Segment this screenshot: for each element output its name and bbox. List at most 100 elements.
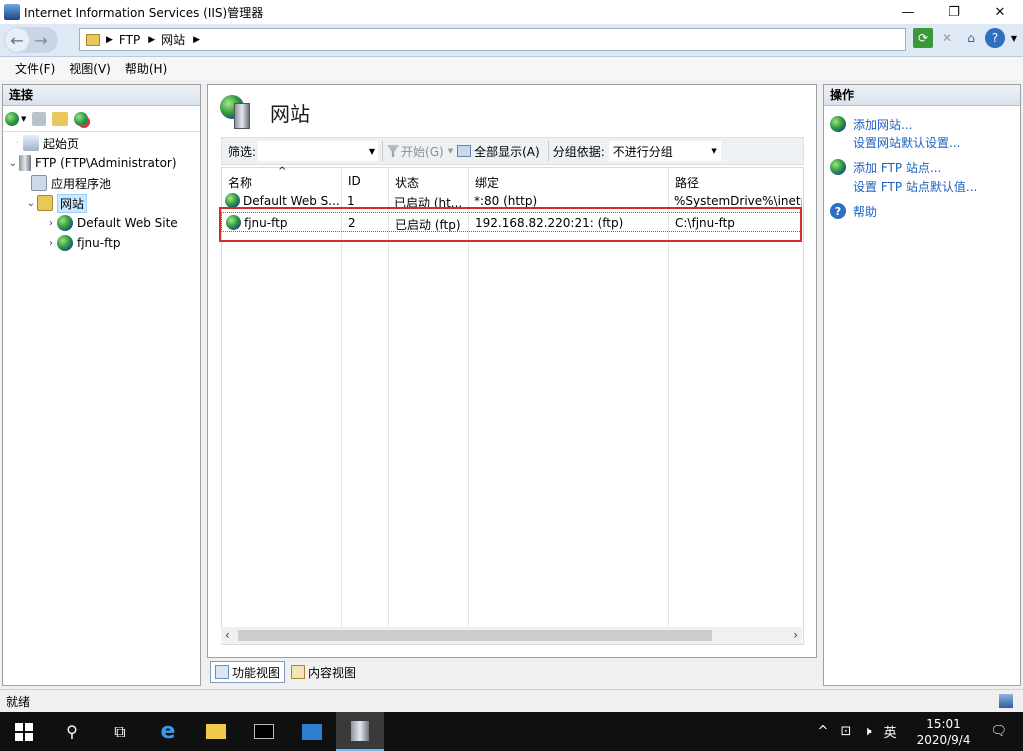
scroll-left-icon[interactable]: ‹ — [225, 628, 230, 642]
menu-file[interactable]: 文件(F) — [8, 60, 62, 77]
breadcrumb-item-sites[interactable]: 网站 — [161, 31, 185, 48]
set-ftp-defaults-link[interactable]: 设置 FTP 站点默认值... — [830, 176, 1020, 196]
internet-explorer-icon[interactable]: e — [144, 712, 192, 751]
chevron-down-icon[interactable]: ⌄ — [25, 198, 37, 209]
menu-view[interactable]: 视图(V) — [62, 60, 118, 77]
column-header-status[interactable]: 状态 — [395, 174, 419, 191]
column-header-binding[interactable]: 绑定 — [475, 174, 499, 191]
close-button[interactable]: ✕ — [977, 0, 1023, 24]
tree-item-label: 网站 — [57, 193, 88, 213]
start-button[interactable] — [0, 712, 48, 751]
back-arrow-icon[interactable]: ← — [5, 28, 29, 52]
table-row-selected[interactable]: fjnu-ftp 2 已启动 (ftp) 192.168.82.220:21: … — [221, 212, 802, 232]
set-site-defaults-link[interactable]: 设置网站默认设置... — [830, 132, 1020, 152]
filter-input[interactable]: ▼ — [258, 141, 379, 161]
home-icon[interactable]: ⌂ — [961, 28, 981, 48]
column-header-name[interactable]: 名称 — [228, 174, 252, 191]
horizontal-scrollbar[interactable]: ‹ › — [221, 627, 802, 644]
minimize-button[interactable]: — — [885, 0, 931, 24]
chevron-down-icon[interactable]: ▼ — [21, 115, 26, 123]
funnel-icon — [387, 145, 400, 157]
tree-item-label: 起始页 — [43, 136, 80, 151]
sites-panel: 网站 筛选: ▼ 开始(G) ▼ 全部显示(A) 分组依据: 不进行分组 ▼ 名… — [207, 84, 817, 658]
tree-item-sites[interactable]: ⌄ 网站 — [3, 193, 200, 213]
show-all-icon — [457, 145, 472, 157]
tree-item-default-web-site[interactable]: › Default Web Site — [3, 213, 200, 233]
server-manager-icon[interactable] — [288, 712, 336, 751]
network-icon[interactable]: ⊡ — [840, 724, 851, 739]
clock-time: 15:01 — [926, 716, 961, 731]
tree-item-server[interactable]: ⌄ FTP (FTP\Administrator) — [3, 153, 200, 173]
chevron-down-icon[interactable]: ▼ — [1009, 28, 1019, 48]
menu-help[interactable]: 帮助(H) — [118, 60, 174, 77]
file-explorer-icon[interactable] — [192, 712, 240, 751]
filter-label: 筛选: — [228, 144, 257, 159]
cell-binding: *:80 (http) — [474, 194, 538, 208]
chevron-down-icon[interactable]: ▼ — [448, 147, 453, 155]
taskbar: ⚲ ⧉ e ^ ⊡ 🕨 英 15:01 2020/9/4 🗨 — [0, 712, 1023, 751]
divider — [382, 141, 384, 161]
tree-item-fjnu-ftp[interactable]: › fjnu-ftp — [3, 233, 200, 253]
search-icon[interactable]: ⚲ — [48, 712, 96, 751]
status-text: 就绪 — [6, 694, 31, 709]
chevron-up-icon[interactable]: ^ — [818, 724, 829, 739]
up-folder-icon[interactable] — [52, 111, 69, 126]
chevron-right-icon[interactable]: ▶ — [148, 35, 155, 45]
input-language[interactable]: 英 — [884, 722, 897, 741]
clock[interactable]: 15:01 2020/9/4 — [917, 716, 971, 748]
notifications-icon[interactable]: 🗨 — [990, 724, 1007, 739]
refresh-icon[interactable]: ⟳ — [913, 28, 933, 48]
group-by-label: 分组依据: — [552, 144, 605, 159]
breadcrumb-item-ftp[interactable]: FTP — [119, 33, 140, 47]
page-title-text: 网站 — [270, 101, 310, 126]
action-label: 设置网站默认设置... — [853, 135, 961, 150]
start-filter-button[interactable]: 开始(G) — [387, 143, 444, 160]
table-row[interactable]: Default Web S... 1 已启动 (ht... *:80 (http… — [221, 191, 802, 211]
group-by-value: 不进行分组 — [612, 144, 673, 159]
title-bar: Internet Information Services (IIS)管理器 —… — [0, 0, 1023, 24]
start-filter-label: 开始(G) — [401, 144, 444, 159]
save-icon[interactable] — [32, 111, 47, 126]
globe-icon — [57, 235, 73, 251]
group-by-select[interactable]: 不进行分组 ▼ — [608, 141, 721, 161]
chevron-right-icon[interactable]: › — [45, 238, 57, 249]
connect-icon[interactable] — [5, 111, 19, 126]
maximize-button[interactable]: ❐ — [931, 0, 977, 24]
task-view-icon[interactable]: ⧉ — [96, 712, 144, 751]
tree-item-app-pools[interactable]: 应用程序池 — [3, 173, 200, 193]
sites-icon — [220, 95, 256, 129]
add-ftp-site-link[interactable]: 添加 FTP 站点... — [830, 157, 1020, 177]
chevron-down-icon[interactable]: ⌄ — [7, 158, 19, 169]
iis-app-icon — [4, 4, 20, 20]
forward-arrow-icon[interactable]: → — [29, 28, 53, 52]
cmd-icon[interactable] — [240, 712, 288, 751]
add-site-link[interactable]: 添加网站... — [830, 114, 1020, 134]
sites-list: 名称 ^ ID 状态 绑定 路径 Default Web S... 1 已启动 … — [221, 166, 804, 645]
volume-icon[interactable]: 🕨 — [863, 724, 871, 739]
scroll-right-icon[interactable]: › — [793, 628, 798, 642]
window-title: Internet Information Services (IIS)管理器 — [24, 5, 264, 20]
app-pool-icon — [31, 175, 47, 191]
iis-manager-taskbar-icon[interactable] — [336, 712, 384, 751]
show-all-button[interactable]: 全部显示(A) — [457, 143, 540, 160]
actions-header: 操作 — [824, 85, 1020, 106]
breadcrumb[interactable]: ▶ FTP ▶ 网站 ▶ — [79, 28, 906, 51]
tab-content-view[interactable]: 内容视图 — [287, 661, 360, 683]
sort-ascending-icon: ^ — [278, 166, 287, 177]
help-link[interactable]: ? 帮助 — [830, 201, 1020, 221]
tab-features-view[interactable]: 功能视图 — [210, 661, 286, 683]
actions-list: 添加网站... 设置网站默认设置... 添加 FTP 站点... 设置 FTP … — [824, 114, 1020, 221]
chevron-right-icon[interactable]: ▶ — [193, 35, 200, 45]
disconnect-icon[interactable] — [74, 111, 89, 126]
column-header-path[interactable]: 路径 — [675, 174, 699, 191]
scroll-thumb[interactable] — [238, 630, 712, 641]
chevron-right-icon[interactable]: ▶ — [106, 35, 113, 45]
column-header-id[interactable]: ID — [348, 174, 361, 188]
add-site-icon — [830, 116, 846, 132]
help-dropdown-icon[interactable]: ? — [985, 28, 1005, 48]
chevron-down-icon[interactable]: ▼ — [369, 147, 375, 156]
cell-name: Default Web S... — [243, 194, 339, 208]
chevron-right-icon[interactable]: › — [45, 218, 57, 229]
tree-item-start-page[interactable]: · 起始页 — [3, 133, 200, 153]
stop-icon[interactable]: ✕ — [937, 28, 957, 48]
